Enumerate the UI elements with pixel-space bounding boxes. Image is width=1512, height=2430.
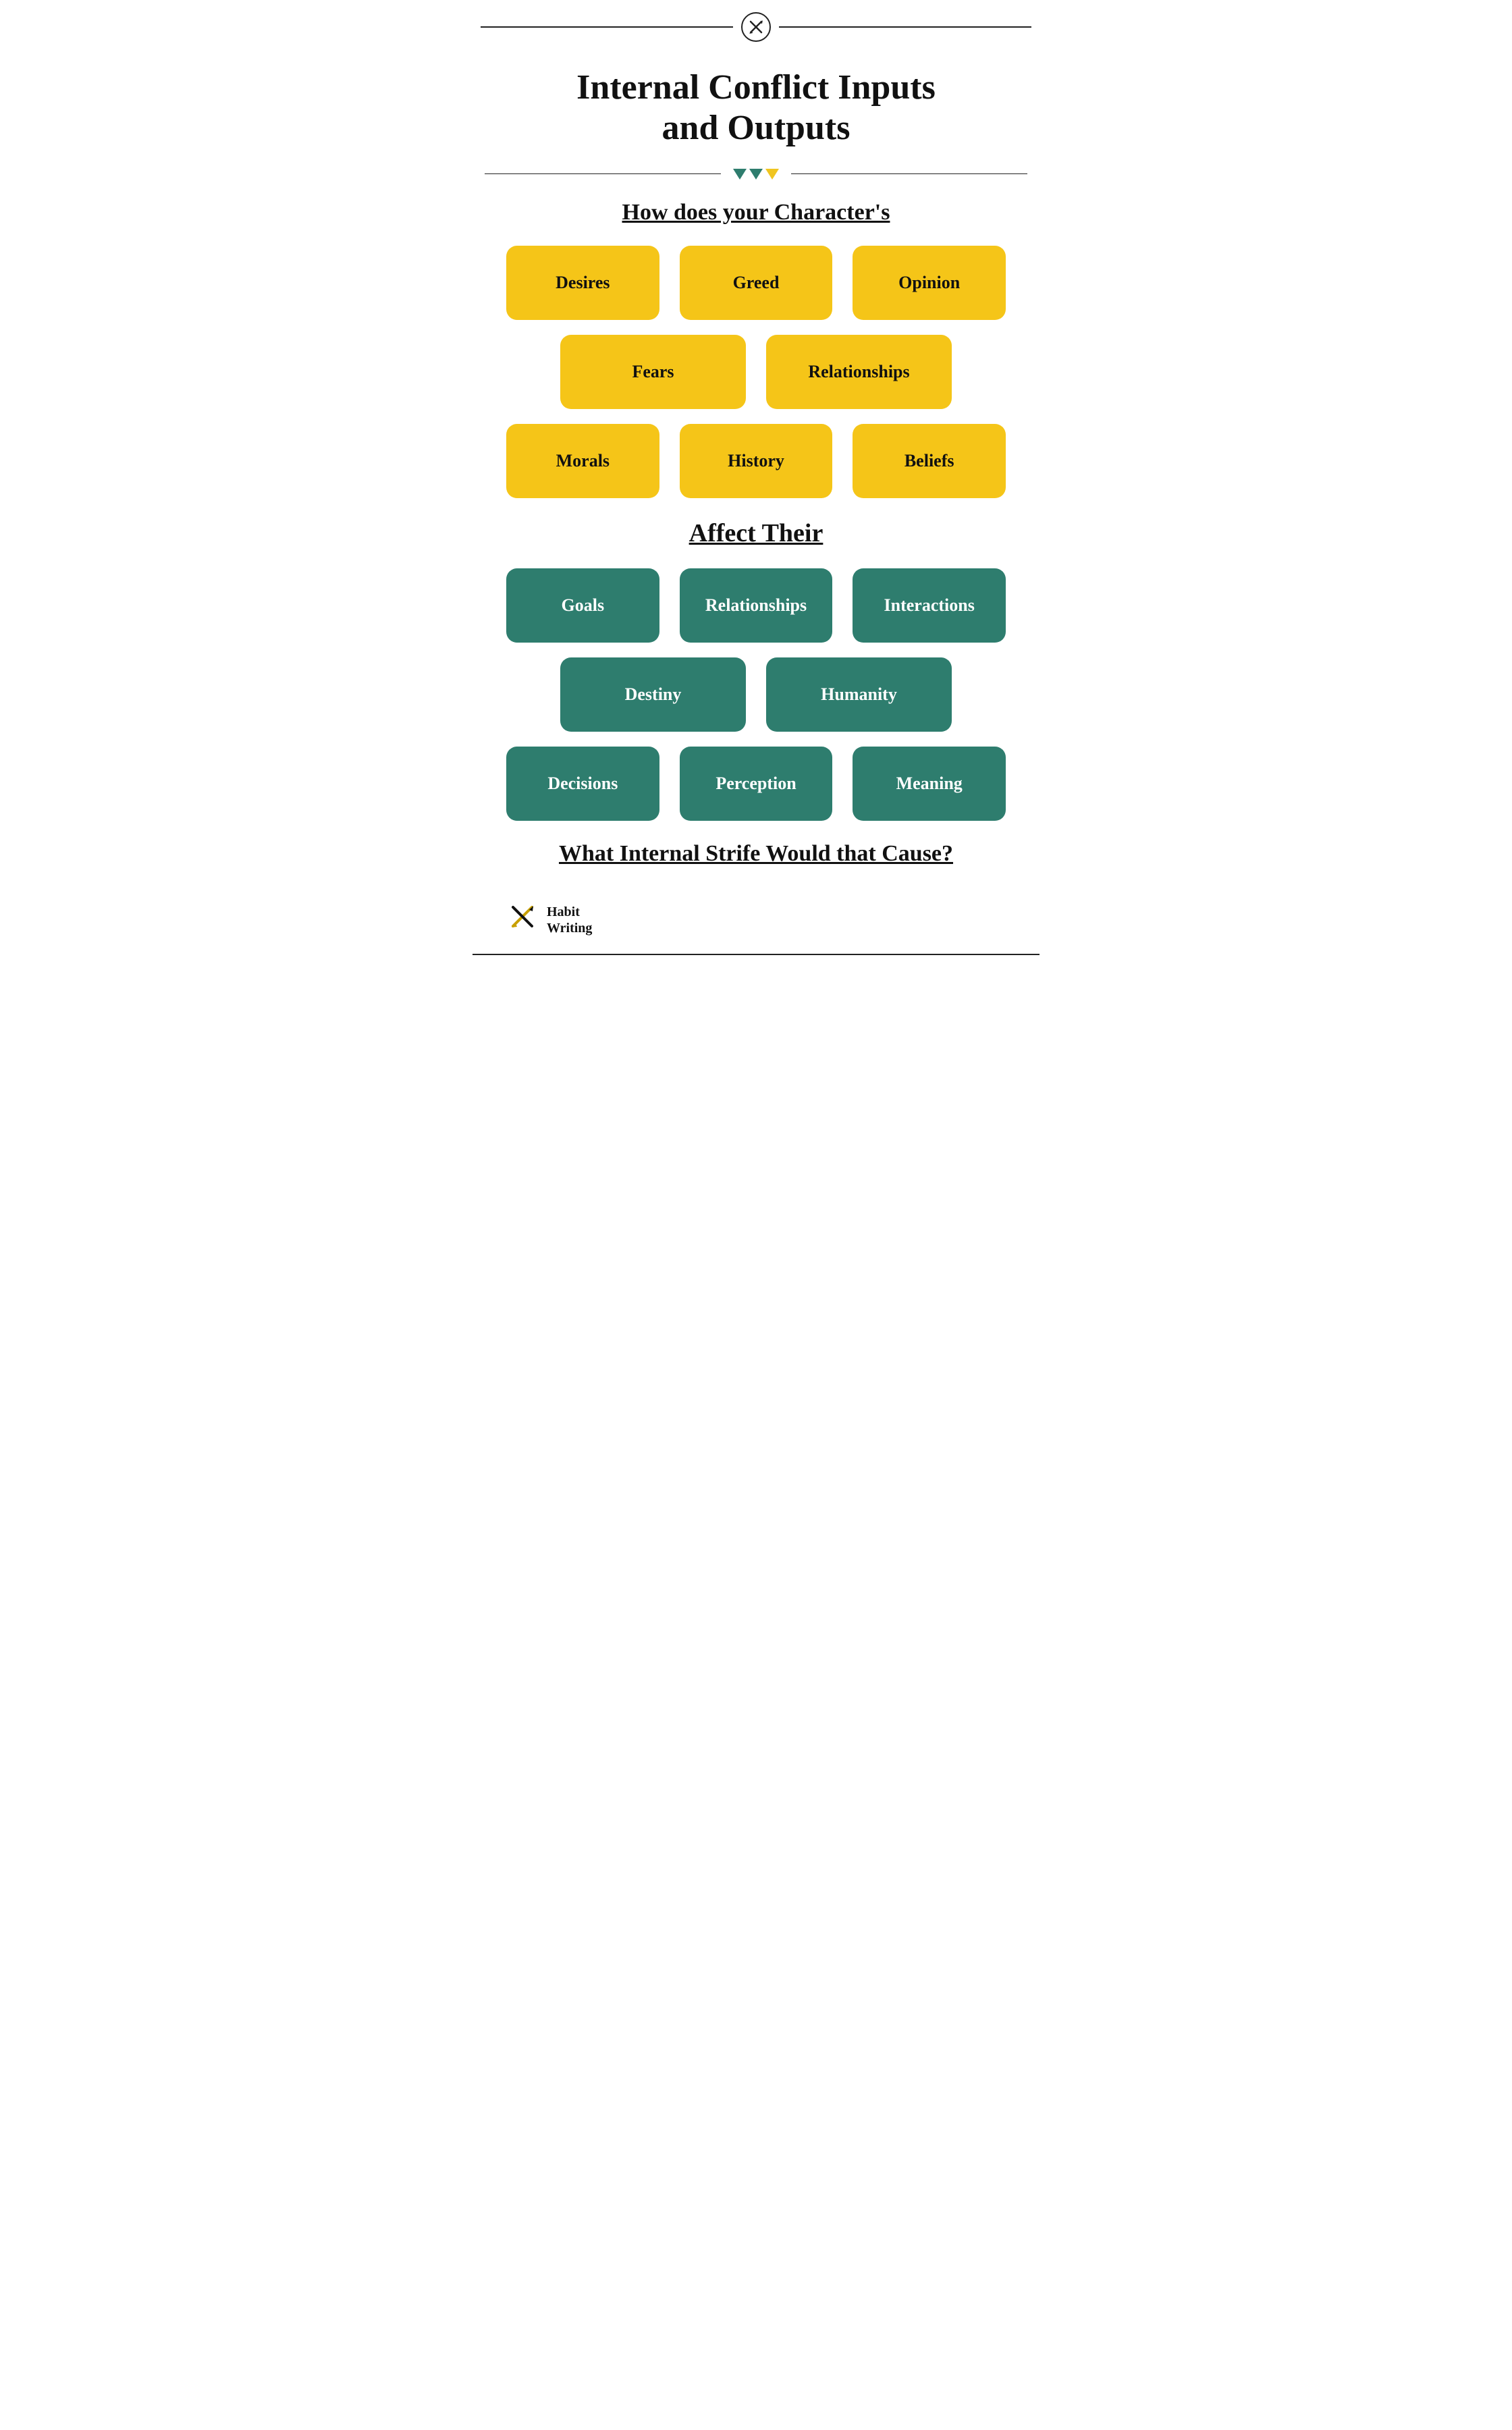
card-humanity-label: Humanity bbox=[821, 684, 897, 705]
top-logo-bar bbox=[473, 0, 1040, 47]
footer-brand-text: Habit Writing bbox=[547, 904, 592, 936]
card-relationships-output-label: Relationships bbox=[705, 595, 807, 616]
card-opinion-label: Opinion bbox=[898, 273, 960, 293]
footer-brand-name2: Writing bbox=[547, 921, 592, 936]
arrow-teal-2 bbox=[749, 169, 763, 180]
logo-circle bbox=[741, 12, 771, 42]
card-humanity: Humanity bbox=[766, 657, 952, 732]
card-decisions-label: Decisions bbox=[547, 774, 618, 794]
logo-icon bbox=[747, 18, 765, 36]
card-meaning-label: Meaning bbox=[896, 774, 963, 794]
yellow-row-1: Desires Greed Opinion bbox=[506, 246, 1006, 320]
card-greed: Greed bbox=[680, 246, 833, 320]
card-desires: Desires bbox=[506, 246, 659, 320]
card-goals-label: Goals bbox=[562, 595, 605, 616]
card-perception-label: Perception bbox=[716, 774, 796, 794]
teal-row-3: Decisions Perception Meaning bbox=[506, 747, 1006, 821]
yellow-cards-section: Desires Greed Opinion Fears Relationship… bbox=[473, 246, 1040, 498]
section1-heading: How does your Character's bbox=[473, 200, 1040, 225]
card-fears: Fears bbox=[560, 335, 746, 409]
card-interactions: Interactions bbox=[853, 568, 1006, 643]
teal-row-1: Goals Relationships Interactions bbox=[506, 568, 1006, 643]
bottom-divider bbox=[473, 954, 1040, 955]
teal-row-2: Destiny Humanity bbox=[506, 657, 1006, 732]
divider-arrows bbox=[473, 169, 1040, 180]
card-relationships-input-label: Relationships bbox=[808, 362, 909, 382]
main-title: Internal Conflict Inputs and Outputs bbox=[473, 47, 1040, 162]
yellow-row-2: Fears Relationships bbox=[506, 335, 1006, 409]
card-destiny: Destiny bbox=[560, 657, 746, 732]
card-relationships-input: Relationships bbox=[766, 335, 952, 409]
arrow-yellow bbox=[765, 169, 779, 180]
card-beliefs: Beliefs bbox=[853, 424, 1006, 498]
section3-heading: What Internal Strife Would that Cause? bbox=[506, 841, 1006, 867]
card-morals-label: Morals bbox=[556, 451, 610, 471]
card-relationships-output: Relationships bbox=[680, 568, 833, 643]
card-fears-label: Fears bbox=[632, 362, 674, 382]
card-morals: Morals bbox=[506, 424, 659, 498]
affect-heading: Affect Their bbox=[473, 518, 1040, 548]
card-interactions-label: Interactions bbox=[884, 595, 975, 616]
title-line2: and Outputs bbox=[662, 109, 850, 147]
card-history-label: History bbox=[728, 451, 784, 471]
footer-brand-name: Habit bbox=[547, 905, 580, 919]
page-wrapper: Internal Conflict Inputs and Outputs How… bbox=[473, 0, 1040, 982]
card-perception: Perception bbox=[680, 747, 833, 821]
card-goals: Goals bbox=[506, 568, 659, 643]
card-meaning: Meaning bbox=[853, 747, 1006, 821]
arrow-group bbox=[733, 169, 779, 180]
card-destiny-label: Destiny bbox=[625, 684, 682, 705]
card-beliefs-label: Beliefs bbox=[905, 451, 954, 471]
footer-svg-icon bbox=[506, 900, 539, 933]
card-history: History bbox=[680, 424, 833, 498]
title-line1: Internal Conflict Inputs bbox=[576, 68, 936, 107]
footer-logo-icon bbox=[506, 900, 539, 940]
card-greed-label: Greed bbox=[733, 273, 780, 293]
teal-cards-section: Goals Relationships Interactions Destiny… bbox=[473, 568, 1040, 821]
footer: Habit Writing bbox=[473, 894, 1040, 947]
card-opinion: Opinion bbox=[853, 246, 1006, 320]
card-desires-label: Desires bbox=[556, 273, 610, 293]
arrow-teal-1 bbox=[733, 169, 747, 180]
card-decisions: Decisions bbox=[506, 747, 659, 821]
yellow-row-3: Morals History Beliefs bbox=[506, 424, 1006, 498]
